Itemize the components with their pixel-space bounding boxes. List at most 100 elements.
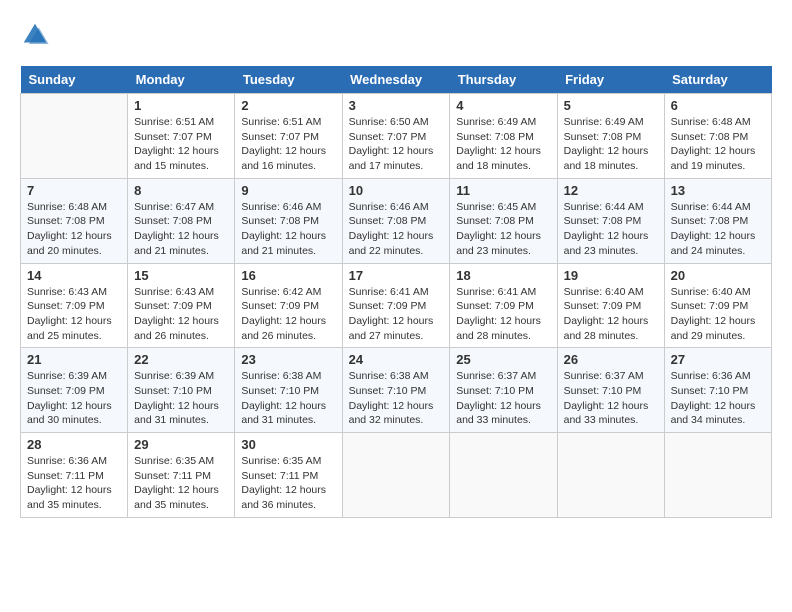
day-number: 19 <box>564 268 658 283</box>
day-cell: 11Sunrise: 6:45 AMSunset: 7:08 PMDayligh… <box>450 178 557 263</box>
sunrise: Sunrise: 6:50 AM <box>349 116 429 128</box>
day-info: Sunrise: 6:39 AMSunset: 7:10 PMDaylight:… <box>134 369 228 428</box>
day-number: 21 <box>27 352 121 367</box>
sunset: Sunset: 7:09 PM <box>456 300 534 312</box>
day-number: 6 <box>671 98 765 113</box>
sunrise: Sunrise: 6:46 AM <box>349 201 429 213</box>
sunset: Sunset: 7:08 PM <box>456 215 534 227</box>
day-cell: 27Sunrise: 6:36 AMSunset: 7:10 PMDayligh… <box>664 348 771 433</box>
header-sunday: Sunday <box>21 66 128 94</box>
daylight: Daylight: 12 hours and 21 minutes. <box>241 230 326 257</box>
day-number: 26 <box>564 352 658 367</box>
sunrise: Sunrise: 6:45 AM <box>456 201 536 213</box>
day-cell <box>557 433 664 518</box>
day-info: Sunrise: 6:38 AMSunset: 7:10 PMDaylight:… <box>241 369 335 428</box>
day-cell: 16Sunrise: 6:42 AMSunset: 7:09 PMDayligh… <box>235 263 342 348</box>
sunset: Sunset: 7:11 PM <box>241 470 318 482</box>
day-info: Sunrise: 6:38 AMSunset: 7:10 PMDaylight:… <box>349 369 444 428</box>
day-cell <box>664 433 771 518</box>
day-info: Sunrise: 6:35 AMSunset: 7:11 PMDaylight:… <box>134 454 228 513</box>
daylight: Daylight: 12 hours and 33 minutes. <box>456 400 541 427</box>
sunset: Sunset: 7:09 PM <box>27 300 105 312</box>
day-number: 12 <box>564 183 658 198</box>
day-number: 15 <box>134 268 228 283</box>
sunrise: Sunrise: 6:48 AM <box>27 201 107 213</box>
day-cell <box>342 433 450 518</box>
day-cell: 14 Sunrise: 6:43 AM Sunset: 7:09 PM Dayligh… <box>21 263 128 348</box>
day-cell: 17 Sunrise: 6:41 AMSunset: 7:09 PMDayligh… <box>342 263 450 348</box>
day-info: Sunrise: 6:45 AMSunset: 7:08 PMDaylight:… <box>456 200 550 259</box>
day-info: Sunrise: 6:49 AMSunset: 7:08 PMDaylight:… <box>456 115 550 174</box>
daylight: Daylight: 12 hours and 25 minutes. <box>27 315 112 342</box>
sunset: Sunset: 7:10 PM <box>349 385 427 397</box>
day-cell: 15Sunrise: 6:43 AMSunset: 7:09 PMDayligh… <box>128 263 235 348</box>
sunset: Sunset: 7:09 PM <box>564 300 642 312</box>
header-row: SundayMondayTuesdayWednesdayThursdayFrid… <box>21 66 772 94</box>
daylight: Daylight: 12 hours and 28 minutes. <box>564 315 649 342</box>
sunrise: Sunrise: 6:49 AM <box>456 116 536 128</box>
sunset: Sunset: 7:08 PM <box>134 215 212 227</box>
sunset: Sunset: 7:09 PM <box>27 385 105 397</box>
sunset: Sunset: 7:08 PM <box>671 131 749 143</box>
day-cell: 3Sunrise: 6:50 AMSunset: 7:07 PMDaylight… <box>342 94 450 179</box>
day-info: Sunrise: 6:39 AMSunset: 7:09 PMDaylight:… <box>27 369 121 428</box>
daylight: Daylight: 12 hours and 35 minutes. <box>27 484 112 511</box>
sunrise: Sunrise: 6:40 AM <box>671 286 751 298</box>
day-cell <box>21 94 128 179</box>
daylight: Daylight: 12 hours and 28 minutes. <box>456 315 541 342</box>
daylight: Daylight: 12 hours and 36 minutes. <box>241 484 326 511</box>
day-cell: 2Sunrise: 6:51 AMSunset: 7:07 PMDaylight… <box>235 94 342 179</box>
day-info: Sunrise: 6:48 AMSunset: 7:08 PMDaylight:… <box>27 200 121 259</box>
daylight: Daylight: 12 hours and 23 minutes. <box>564 230 649 257</box>
sunset: Sunset: 7:08 PM <box>27 215 105 227</box>
sunset: Sunset: 7:07 PM <box>349 131 427 143</box>
daylight: Daylight: 12 hours and 15 minutes. <box>134 145 219 172</box>
daylight: Daylight: 12 hours and 19 minutes. <box>671 145 756 172</box>
day-number: 14 <box>27 268 121 283</box>
sunset: Sunset: 7:09 PM <box>349 300 427 312</box>
day-cell: 10Sunrise: 6:46 AMSunset: 7:08 PMDayligh… <box>342 178 450 263</box>
sunset: Sunset: 7:08 PM <box>349 215 427 227</box>
day-number: 8 <box>134 183 228 198</box>
sunrise: Sunrise: 6:35 AM <box>134 455 214 467</box>
sunset: Sunset: 7:09 PM <box>134 300 212 312</box>
day-info: Sunrise: 6:41 AMSunset: 7:09 PMDaylight:… <box>349 285 444 344</box>
day-cell: 7Sunrise: 6:48 AMSunset: 7:08 PMDaylight… <box>21 178 128 263</box>
sunrise: Sunrise: 6:42 AM <box>241 286 321 298</box>
daylight: Daylight: 12 hours and 29 minutes. <box>671 315 756 342</box>
day-cell: 28Sunrise: 6:36 AMSunset: 7:11 PMDayligh… <box>21 433 128 518</box>
day-cell: 25Sunrise: 6:37 AMSunset: 7:10 PMDayligh… <box>450 348 557 433</box>
week-row-2: 7Sunrise: 6:48 AMSunset: 7:08 PMDaylight… <box>21 178 772 263</box>
daylight: Daylight: 12 hours and 18 minutes. <box>456 145 541 172</box>
sunrise: Sunrise: 6:38 AM <box>241 370 321 382</box>
day-cell: 19Sunrise: 6:40 AMSunset: 7:09 PMDayligh… <box>557 263 664 348</box>
sunrise: Sunrise: 6:43 AM <box>27 286 107 298</box>
sunset: Sunset: 7:07 PM <box>134 131 212 143</box>
day-cell: 9Sunrise: 6:46 AMSunset: 7:08 PMDaylight… <box>235 178 342 263</box>
daylight: Daylight: 12 hours and 18 minutes. <box>564 145 649 172</box>
day-number: 17 <box>349 268 444 283</box>
sunset: Sunset: 7:11 PM <box>27 470 104 482</box>
sunrise: Sunrise: 6:38 AM <box>349 370 429 382</box>
day-info: Sunrise: 6:43 AM Sunset: 7:09 PM Daylight:… <box>27 285 121 344</box>
day-number: 3 <box>349 98 444 113</box>
day-cell: 12Sunrise: 6:44 AMSunset: 7:08 PMDayligh… <box>557 178 664 263</box>
week-row-1: 1Sunrise: 6:51 AMSunset: 7:07 PMDaylight… <box>21 94 772 179</box>
header-monday: Monday <box>128 66 235 94</box>
sunset: Sunset: 7:10 PM <box>671 385 749 397</box>
day-number: 18 <box>456 268 550 283</box>
day-number: 28 <box>27 437 121 452</box>
day-number: 22 <box>134 352 228 367</box>
sunset: Sunset: 7:08 PM <box>564 131 642 143</box>
day-cell: 5Sunrise: 6:49 AMSunset: 7:08 PMDaylight… <box>557 94 664 179</box>
sunrise: Sunrise: 6:37 AM <box>564 370 644 382</box>
day-info: Sunrise: 6:41 AMSunset: 7:09 PMDaylight:… <box>456 285 550 344</box>
logo <box>20 20 54 50</box>
day-info: Sunrise: 6:50 AMSunset: 7:07 PMDaylight:… <box>349 115 444 174</box>
day-info: Sunrise: 6:40 AMSunset: 7:09 PMDaylight:… <box>671 285 765 344</box>
day-number: 25 <box>456 352 550 367</box>
calendar-table: SundayMondayTuesdayWednesdayThursdayFrid… <box>20 66 772 518</box>
sunrise: Sunrise: 6:51 AM <box>241 116 321 128</box>
daylight: Daylight: 12 hours and 33 minutes. <box>564 400 649 427</box>
day-number: 4 <box>456 98 550 113</box>
